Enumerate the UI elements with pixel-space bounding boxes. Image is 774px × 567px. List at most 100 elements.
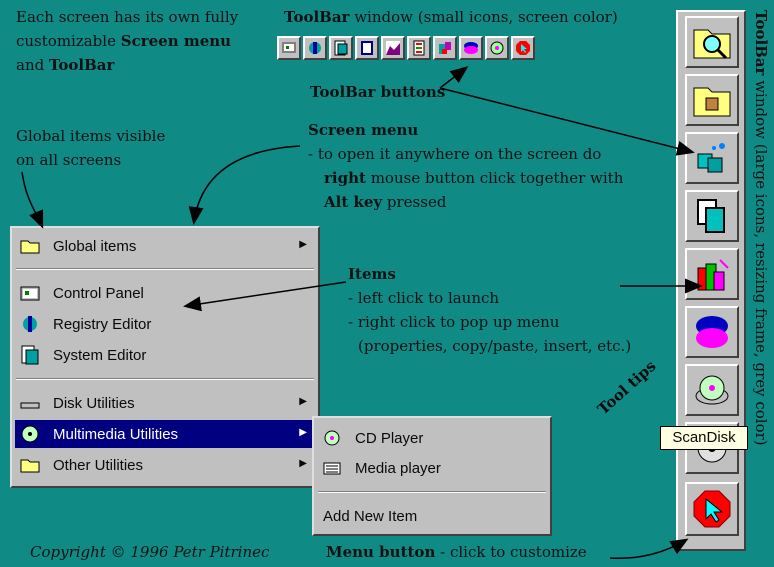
toolbar-button-network[interactable] [433,36,457,60]
screen-menu-alt-bold: Alt key [324,193,383,211]
registry-editor-icon [23,316,37,332]
menu-button-bold: Menu button [326,543,436,561]
submenu-item-add-new-item[interactable]: Add New Item [317,502,547,530]
vertical-note-rest: window (large icons, resizing frame, gre… [752,75,770,446]
large-toolbar-button-pie-chart[interactable] [685,306,739,358]
global-items-note: Global items visible on all screens [16,124,165,172]
menu-button[interactable] [685,482,739,536]
note-line-3: and [16,56,49,74]
menu-item-registry-editor[interactable]: Registry Editor [15,310,315,338]
menu-item-global-items[interactable]: Global items ▶ [15,232,315,260]
scandisk-icon [490,41,504,55]
global-note-line-1: Global items visible [16,127,166,145]
system-editor-icon [334,40,348,56]
menu-separator [16,378,314,380]
items-line-2: - right click to pop up menu [348,313,560,331]
documents-icon [697,199,725,233]
folder-tools-icon [693,87,731,117]
pie-chart-icon [464,42,478,54]
menu-item-label: Control Panel [53,284,144,302]
copyright: Copyright © 1996 Petr Pitrinec [30,543,270,561]
note-line-1: Each screen has its own fully [16,8,239,26]
submenu-arrow-icon: ▶ [299,239,307,250]
submenu-arrow-icon: ▶ [299,458,307,469]
toolbar-button-registry[interactable] [303,36,327,60]
menu-item-label: Global items [53,237,137,255]
menu-item-label: System Editor [53,346,147,364]
menu-button-note: Menu button - click to customize [326,540,587,564]
tooltip: ScanDisk [660,426,748,450]
menu-item-system-editor[interactable]: System Editor [15,341,315,369]
large-toolbar-button-chart[interactable] [685,248,739,300]
menu-button-rest: - click to customize [435,543,587,561]
toolbar-buttons-note: ToolBar buttons [310,80,445,104]
chart-icon [386,41,400,55]
network-icon [697,143,725,173]
toolbar-button-list[interactable] [407,36,431,60]
screen-menu-note: Each screen has its own fully customizab… [16,5,238,77]
submenu-item-cd-player[interactable]: CD Player [317,424,547,452]
submenu-arrow-icon: ▶ [299,396,307,407]
chart-icon [697,259,729,291]
toolbar-buttons-label: ToolBar buttons [310,83,446,101]
large-toolbar-button-scandisk[interactable] [685,364,739,416]
large-toolbar-button-network[interactable] [685,132,739,184]
control-panel-icon [282,42,296,53]
toolbar-window-title: ToolBar [284,8,350,26]
toolbar-button-chart[interactable] [381,36,405,60]
menu-arrow-icon [516,41,530,55]
screen-menu-line-2: mouse button click together with [365,169,624,187]
media-player-icon [323,462,341,475]
screen-menu-line-1: - to open it anywhere on the screen do [308,145,602,163]
system-editor-icon [21,345,39,365]
items-line-1: - left click to launch [348,289,500,307]
note-bold-screen-menu: Screen menu [120,32,232,50]
cd-player-icon [324,430,340,446]
large-toolbar-button-documents[interactable] [685,190,739,242]
global-note-line-2: on all screens [16,151,122,169]
scandisk-icon [695,375,729,405]
submenu-item-label: Add New Item [323,507,418,525]
multimedia-submenu: CD Player Media player Add New Item [312,416,552,536]
toolbar-button-system-editor[interactable] [329,36,353,60]
screen-menu-title: Screen menu [308,121,419,139]
items-desc: Items - left click to launch - right cli… [348,262,631,358]
large-toolbar-button-folder-tools[interactable] [685,74,739,126]
toolbar-button-control-panel[interactable] [277,36,301,60]
items-line-3: (properties, copy/paste, insert, etc.) [358,337,632,355]
toolbar-window-note: ToolBar window (small icons, screen colo… [284,5,618,29]
menu-item-disk-utilities[interactable]: Disk Utilities ▶ [15,389,315,417]
toolbar-button-notepad[interactable] [355,36,379,60]
disk-icon [20,402,40,409]
vertical-toolbar-note: ToolBar window (large icons, resizing fr… [750,10,772,550]
menu-item-label: Multimedia Utilities [53,425,179,443]
cd-icon [21,425,39,443]
menu-item-label: Registry Editor [53,315,152,333]
menu-separator [16,268,314,270]
folder-icon [20,240,40,254]
submenu-item-media-player[interactable]: Media player [317,454,547,482]
menu-item-label: Other Utilities [53,456,144,474]
toolbar-button-pie[interactable] [459,36,483,60]
list-icon [413,40,425,56]
small-toolbar [277,36,535,60]
toolbar-button-scandisk[interactable] [485,36,509,60]
registry-editor-icon [309,42,321,54]
notepad-icon [361,41,373,55]
menu-item-multimedia-utilities[interactable]: Multimedia Utilities ▶ [15,420,315,448]
submenu-separator [318,491,546,493]
toolbar-window-rest: window (small icons, screen color) [349,8,618,26]
pie-chart-icon [696,316,728,348]
menu-item-control-panel[interactable]: Control Panel [15,279,315,307]
note-line-2: customizable [16,32,121,50]
screen-menu-line-3: pressed [382,193,447,211]
toolbar-button-menu[interactable] [511,36,535,60]
items-title: Items [348,265,396,283]
large-toolbar-button-find[interactable] [685,16,739,68]
network-icon [439,42,451,54]
note-bold-toolbar: ToolBar [48,56,115,74]
screen-menu: Global items ▶ Control Panel Registry Ed… [10,226,320,488]
menu-item-label: Disk Utilities [53,394,135,412]
find-icon [693,29,731,60]
menu-item-other-utilities[interactable]: Other Utilities ▶ [15,451,315,479]
